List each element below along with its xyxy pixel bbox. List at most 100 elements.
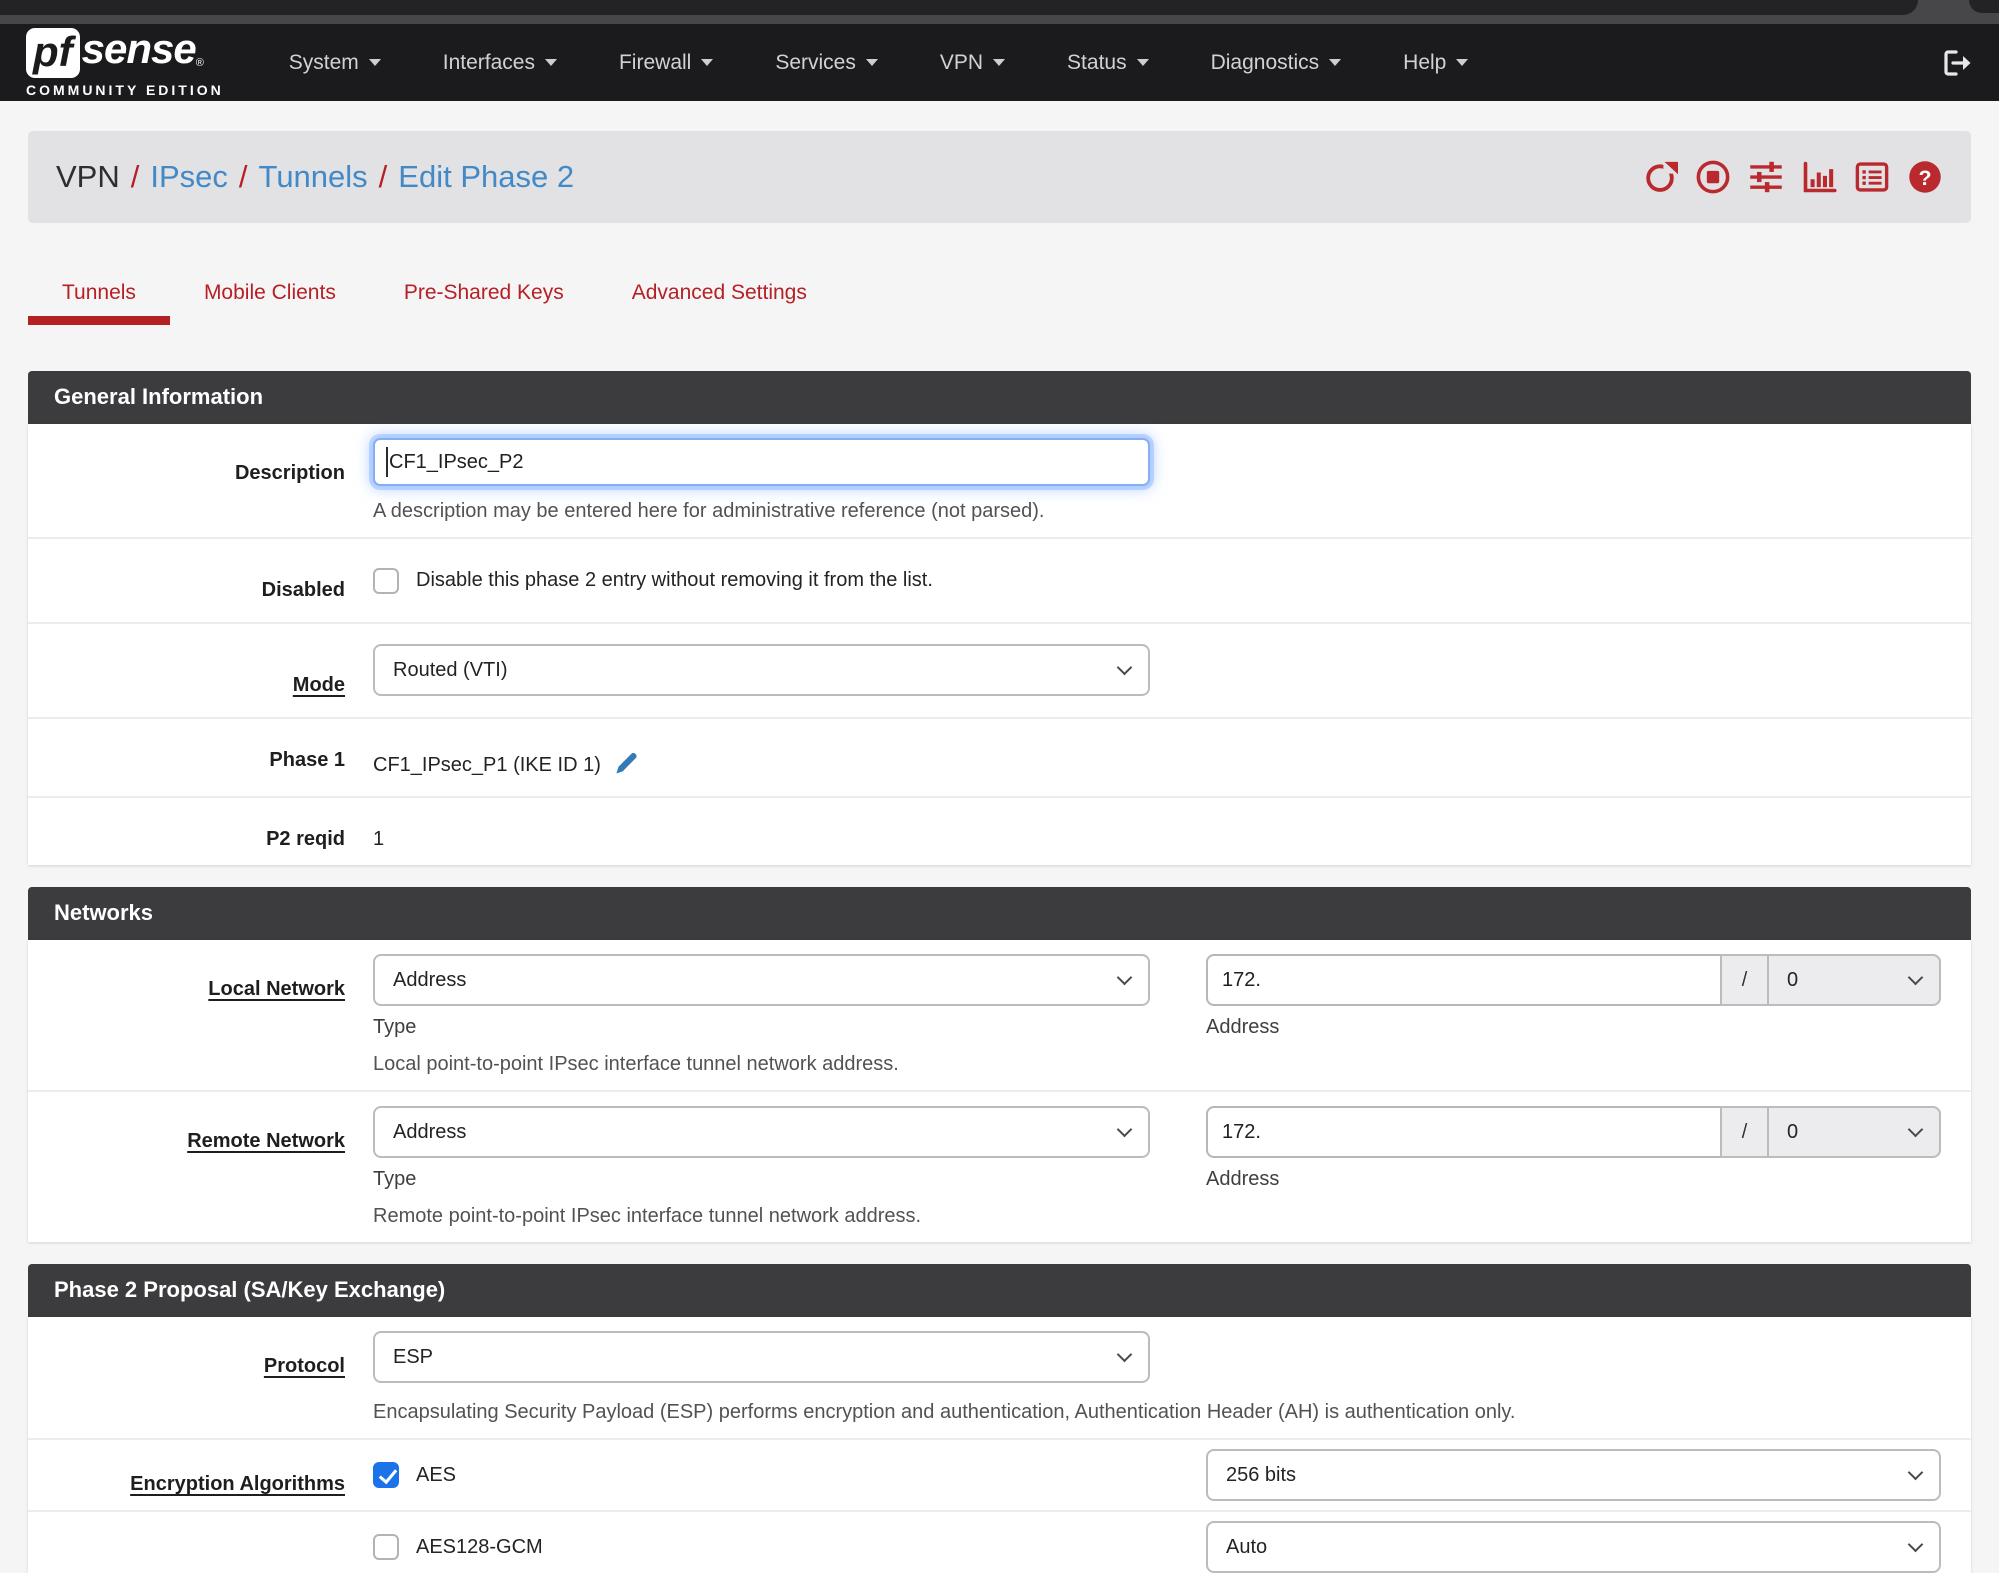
phase1-value-line: CF1_IPsec_P1 (IKE ID 1): [373, 733, 1941, 782]
breadcrumb-bar: VPN / IPsec / Tunnels / Edit Phase 2 ?: [28, 131, 1971, 223]
menu-system[interactable]: System: [258, 51, 412, 75]
menu-interfaces-label: Interfaces: [442, 50, 535, 74]
local-network-type-col: Address Type: [373, 954, 1150, 1039]
local-network-label: Local Network: [208, 978, 345, 1000]
remote-network-mask-select[interactable]: 0: [1769, 1106, 1941, 1158]
menu-help-label: Help: [1403, 50, 1447, 74]
top-navbar: pf sense ® COMMUNITY EDITION System Inte…: [0, 24, 1999, 101]
browser-chrome-strip: [0, 0, 1999, 24]
logo-subtitle: COMMUNITY EDITION: [26, 81, 224, 98]
local-network-mask-select[interactable]: 0: [1769, 954, 1941, 1006]
row-disabled-content: Disable this phase 2 entry without remov…: [373, 559, 1951, 602]
panel-phase2-proposal-title: Phase 2 Proposal (SA/Key Exchange): [28, 1264, 1971, 1317]
sliders-icon[interactable]: [1748, 159, 1784, 195]
tab-tunnels-label: Tunnels: [62, 281, 136, 304]
protocol-select[interactable]: ESP: [373, 1331, 1150, 1383]
breadcrumb-link-tunnels[interactable]: Tunnels: [259, 159, 368, 195]
mode-select[interactable]: Routed (VTI): [373, 644, 1150, 696]
local-network-address-caption: Address: [1206, 1016, 1280, 1038]
menu-help[interactable]: Help: [1372, 51, 1499, 75]
remote-network-mask-separator: /: [1720, 1106, 1769, 1158]
panel-general-information-title: General Information: [28, 371, 1971, 424]
row-p2-reqid: P2 reqid 1: [28, 798, 1971, 865]
remote-network-type-select[interactable]: Address: [373, 1106, 1150, 1158]
pfsense-logo-row: pf sense ®: [26, 27, 224, 78]
sign-out-icon[interactable]: [1941, 47, 1973, 79]
row-encryption-aes: Encryption Algorithms AES 256 bits: [28, 1440, 1971, 1512]
tab-advanced-settings[interactable]: Advanced Settings: [598, 281, 841, 325]
refresh-icon[interactable]: [1642, 159, 1678, 195]
svg-text:?: ?: [1918, 166, 1931, 190]
chart-bar-icon[interactable]: [1801, 159, 1837, 195]
menu-vpn[interactable]: VPN: [909, 51, 1036, 75]
aes-keylen-select[interactable]: 256 bits: [1206, 1449, 1941, 1501]
row-encryption-aes-content: AES 256 bits: [373, 1449, 1951, 1501]
menu-diagnostics-label: Diagnostics: [1210, 50, 1320, 74]
remote-network-address-group: / 0: [1206, 1106, 1941, 1158]
breadcrumb-separator: /: [130, 159, 140, 194]
remote-network-help-text: Remote point-to-point IPsec interface tu…: [373, 1205, 922, 1227]
tab-mobile-clients-label: Mobile Clients: [203, 281, 336, 304]
encryption-aes128gcm-left: AES128-GCM: [373, 1534, 1206, 1560]
local-network-address-input[interactable]: [1206, 954, 1720, 1006]
breadcrumb-link-ipsec[interactable]: IPsec: [150, 159, 228, 195]
panel-general-information: General Information Description A descri…: [28, 371, 1971, 865]
local-network-address-col: / 0 Address: [1206, 954, 1941, 1039]
menu-firewall-label: Firewall: [618, 50, 692, 74]
row-encryption-aes128gcm-content: AES128-GCM Auto: [373, 1521, 1951, 1573]
menu-services[interactable]: Services: [744, 51, 909, 75]
browser-window-top: [0, 0, 1918, 15]
chevron-down-icon: [544, 59, 557, 66]
protocol-select-value: ESP: [393, 1345, 434, 1368]
menu-diagnostics[interactable]: Diagnostics: [1180, 51, 1373, 75]
row-encryption-aes128gcm: AES128-GCM Auto: [28, 1512, 1971, 1573]
mode-select-value: Routed (VTI): [393, 658, 508, 681]
remote-network-address-col: / 0 Address: [1206, 1106, 1941, 1191]
menu-firewall[interactable]: Firewall: [588, 51, 744, 75]
menu-status[interactable]: Status: [1036, 51, 1180, 75]
chevron-down-icon: [1116, 659, 1133, 675]
local-network-mask-value: 0: [1787, 968, 1799, 991]
row-local-network: Local Network Address Type 172. / 0 Addr…: [28, 940, 1971, 1092]
row-remote-network-content: Address Type / 0: [373, 1106, 1951, 1228]
tab-pre-shared-keys-label: Pre-Shared Keys: [403, 281, 564, 304]
panel-networks-body: Local Network Address Type 172. / 0 Addr…: [28, 940, 1971, 1242]
breadcrumb-link-edit-phase-2[interactable]: Edit Phase 2: [398, 159, 574, 195]
row-remote-network: Remote Network Address Type 172. / 0 Add…: [28, 1092, 1971, 1242]
menu-interfaces[interactable]: Interfaces: [412, 51, 588, 75]
local-network-type-select[interactable]: Address: [373, 954, 1150, 1006]
remote-network-label: Remote Network: [187, 1130, 345, 1152]
protocol-help-text: Encapsulating Security Payload (ESP) per…: [373, 1401, 1516, 1423]
menu-system-label: System: [288, 50, 359, 74]
tab-tunnels[interactable]: Tunnels: [28, 281, 170, 325]
log-icon[interactable]: [1854, 159, 1890, 195]
local-network-address-group: / 0: [1206, 954, 1941, 1006]
description-label: Description: [234, 462, 345, 484]
panel-networks: Networks Local Network Address Type 172.…: [28, 887, 1971, 1242]
help-icon[interactable]: ?: [1907, 159, 1943, 195]
remote-network-address-input[interactable]: [1206, 1106, 1720, 1158]
stop-icon[interactable]: [1695, 159, 1731, 195]
chevron-down-icon: [1907, 1121, 1924, 1137]
pencil-icon[interactable]: [613, 749, 640, 782]
chevron-down-icon: [1116, 1121, 1133, 1137]
description-input[interactable]: [373, 438, 1150, 486]
row-protocol: Protocol ESP Encapsulating Security Payl…: [28, 1317, 1971, 1440]
pfsense-logo[interactable]: pf sense ® COMMUNITY EDITION: [26, 27, 224, 98]
local-network-columns: Address Type / 0: [373, 954, 1941, 1039]
panel-general-information-body: Description A description may be entered…: [28, 424, 1971, 865]
browser-window-corner: [1969, 0, 1999, 13]
remote-network-address-caption: Address: [1206, 1168, 1280, 1190]
disabled-checkbox[interactable]: [373, 567, 399, 594]
tab-mobile-clients[interactable]: Mobile Clients: [170, 281, 370, 325]
row-disabled: Disabled Disable this phase 2 entry with…: [28, 539, 1971, 624]
phase1-value: CF1_IPsec_P1 (IKE ID 1): [373, 754, 601, 776]
tab-pre-shared-keys[interactable]: Pre-Shared Keys: [370, 281, 598, 325]
chevron-down-icon: [1456, 59, 1469, 66]
row-phase1: Phase 1 CF1_IPsec_P1 (IKE ID 1): [28, 719, 1971, 798]
remote-network-type-col: Address Type: [373, 1106, 1150, 1191]
aes128gcm-keylen-select[interactable]: Auto: [1206, 1521, 1941, 1573]
encryption-algorithms-label: Encryption Algorithms: [130, 1473, 345, 1495]
aes128gcm-checkbox[interactable]: [373, 1534, 399, 1560]
aes-checkbox[interactable]: [373, 1462, 399, 1488]
